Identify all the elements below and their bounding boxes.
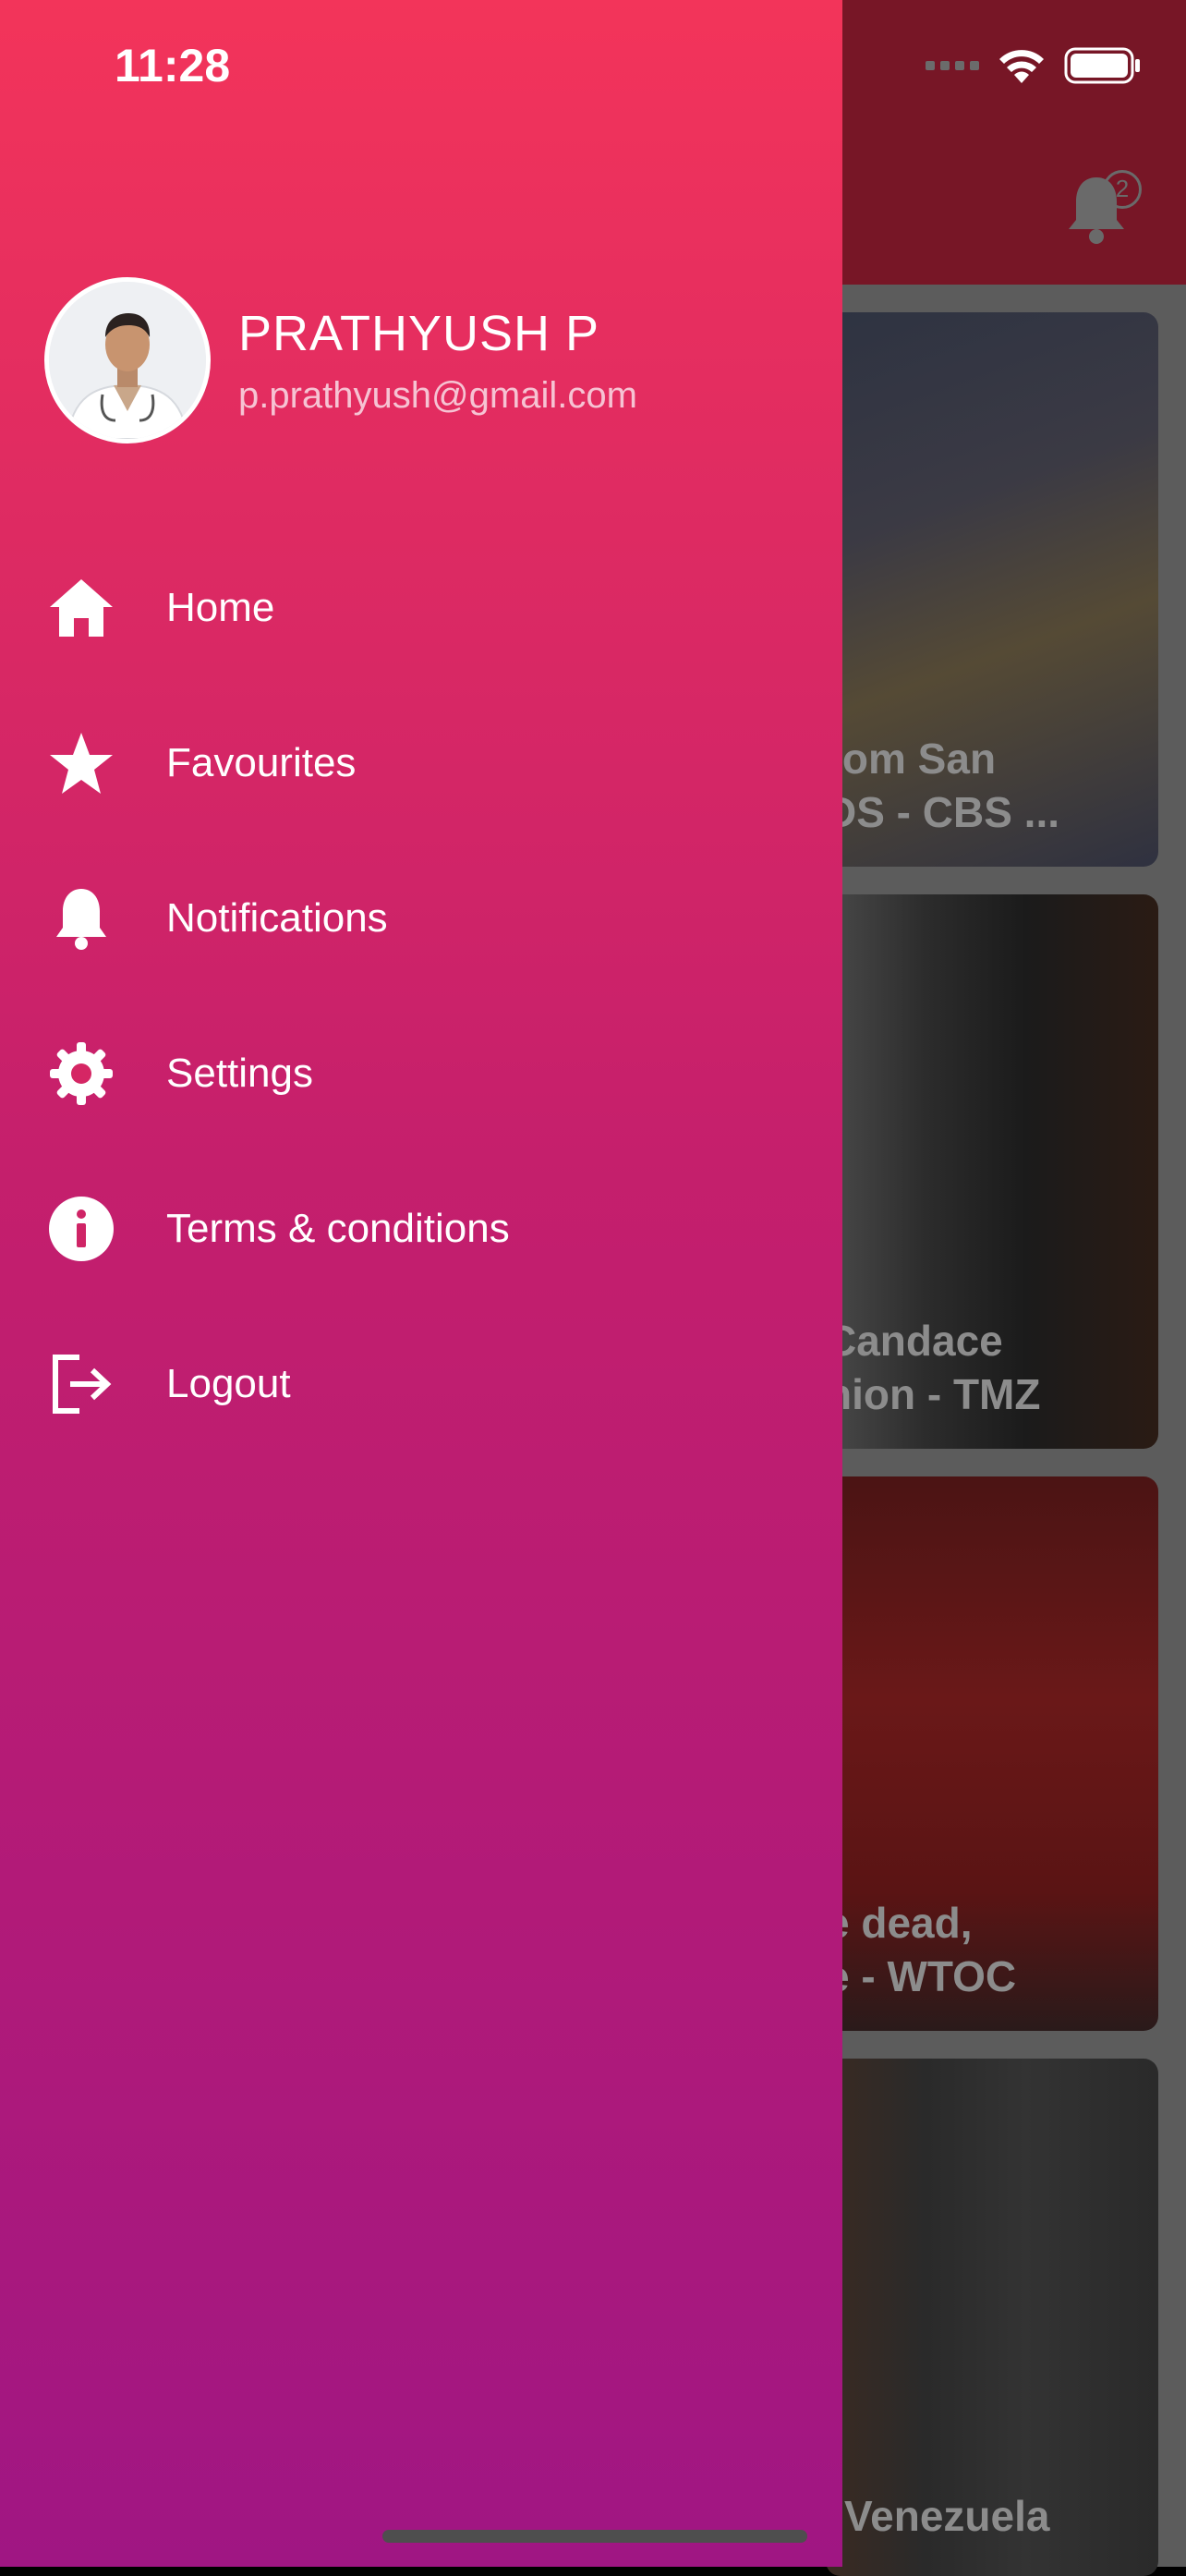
user-name: PRATHYUSH P	[238, 305, 600, 361]
news-card-headline: e dead, e - WTOC	[826, 1899, 1017, 2000]
menu-item-settings[interactable]: Settings	[0, 996, 842, 1151]
battery-icon	[1064, 47, 1140, 84]
news-card-headline: Candace nion - TMZ	[826, 1317, 1041, 1418]
menu-item-label: Home	[166, 585, 275, 630]
home-icon	[50, 579, 113, 637]
menu-item-label: Settings	[166, 1051, 313, 1096]
bell-icon	[56, 889, 106, 950]
news-card[interactable]: Candace nion - TMZ	[826, 894, 1158, 1449]
menu-item-label: Terms & conditions	[166, 1206, 510, 1251]
news-card-headline: Venezuela	[844, 2492, 1050, 2540]
notifications-button[interactable]: 2	[1064, 164, 1142, 248]
menu-item-notifications[interactable]: Notifications	[0, 841, 842, 996]
news-card-headline: rom San DS - CBS ...	[826, 735, 1060, 836]
wifi-icon	[999, 50, 1044, 83]
news-card[interactable]: rom San DS - CBS ...	[826, 312, 1158, 867]
news-card[interactable]: Venezuela	[826, 2059, 1158, 2576]
menu-item-home[interactable]: Home	[0, 530, 842, 686]
profile-photo	[49, 282, 206, 439]
star-icon	[50, 733, 113, 794]
menu-item-label: Notifications	[166, 895, 388, 941]
status-bar-icons	[926, 46, 1142, 85]
navigation-drawer: 11:28 PRATHYUSH P p.prathyush@gmail.com	[0, 0, 842, 2567]
menu-item-terms[interactable]: Terms & conditions	[0, 1151, 842, 1306]
logout-icon	[53, 1355, 112, 1414]
menu-item-logout[interactable]: Logout	[0, 1306, 842, 1462]
cellular-signal-icon	[926, 61, 979, 70]
info-icon	[49, 1197, 114, 1261]
home-indicator[interactable]	[382, 2530, 807, 2543]
gear-icon	[50, 1042, 113, 1105]
menu-item-favourites[interactable]: Favourites	[0, 686, 842, 841]
news-card[interactable]: e dead, e - WTOC	[826, 1476, 1158, 2031]
status-time: 11:28	[115, 40, 231, 91]
drawer-menu: Home Favourites Notifications Settings T…	[0, 530, 842, 1462]
profile-header[interactable]: PRATHYUSH P p.prathyush@gmail.com	[44, 277, 637, 444]
notification-count-badge: 2	[1103, 170, 1142, 209]
user-email: p.prathyush@gmail.com	[238, 374, 637, 416]
menu-item-label: Logout	[166, 1361, 291, 1406]
avatar	[44, 277, 211, 444]
menu-item-label: Favourites	[166, 740, 357, 785]
